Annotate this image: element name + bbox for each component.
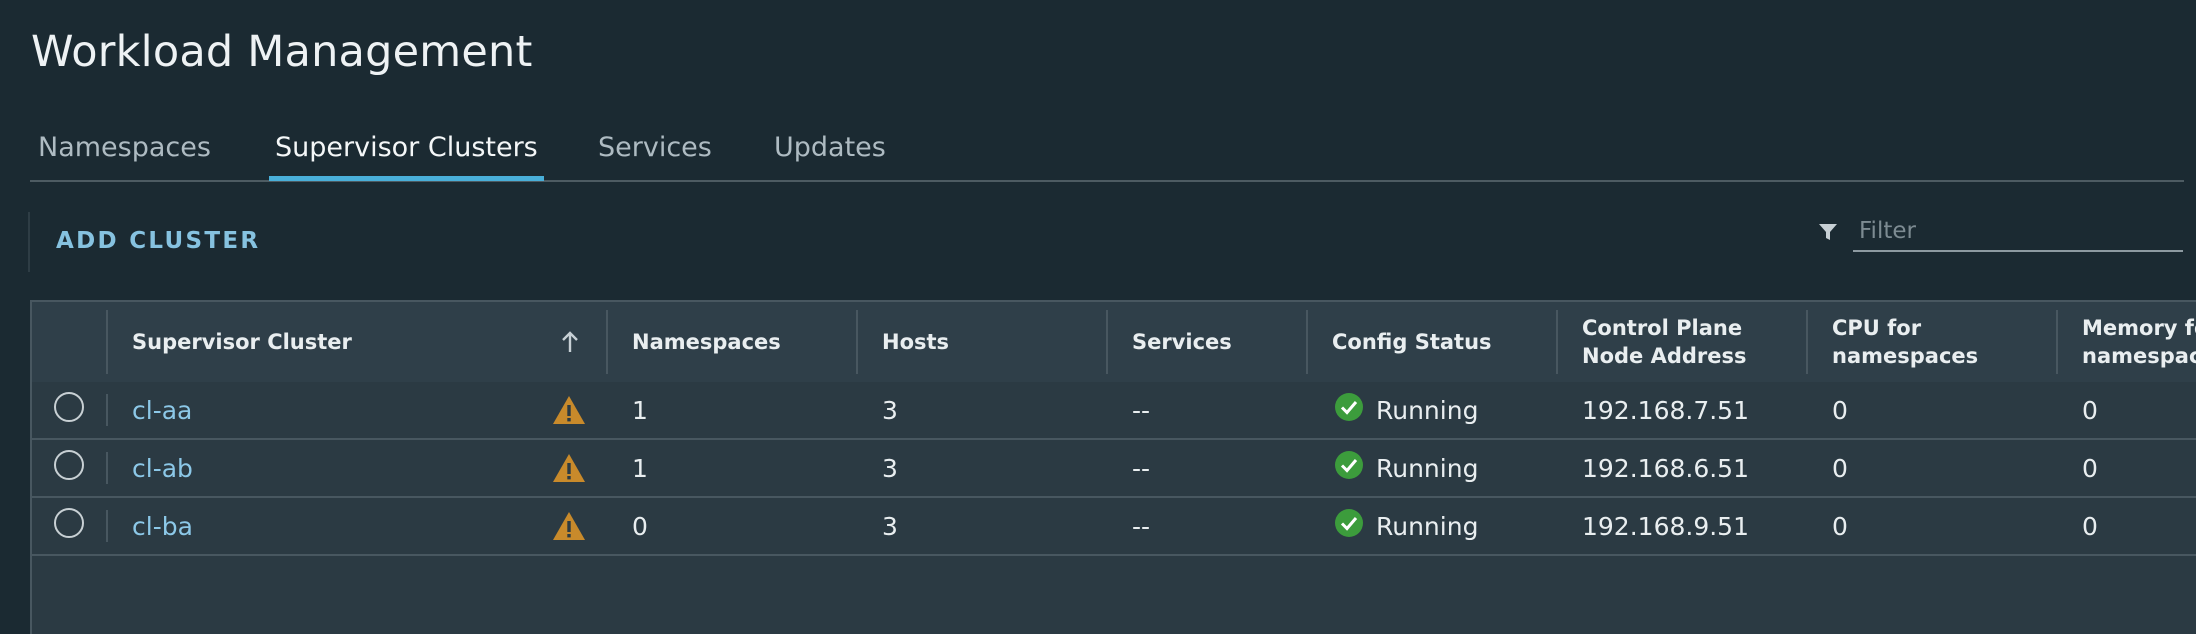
supervisor-clusters-grid: Supervisor Cluster Namespaces Hosts Serv… xyxy=(30,300,2196,634)
column-separator xyxy=(1106,310,1108,374)
config-status-text: Running xyxy=(1376,395,1479,425)
cpu-value: 0 xyxy=(1832,395,1848,425)
sort-ascending-icon[interactable] xyxy=(560,330,580,354)
column-header-supervisor-cluster[interactable]: Supervisor Cluster xyxy=(132,302,352,382)
config-status-text: Running xyxy=(1376,453,1479,483)
warning-icon[interactable] xyxy=(552,510,586,542)
hosts-count: 3 xyxy=(882,453,898,483)
filter-icon[interactable] xyxy=(1817,221,1839,243)
column-separator xyxy=(606,310,608,374)
row-select-radio[interactable] xyxy=(54,392,84,422)
column-header-line: Node Address xyxy=(1582,344,1747,368)
table-row[interactable]: cl-ab 1 3 -- Running 192.168.6.51 0 0 xyxy=(32,440,2196,498)
column-header-hosts[interactable]: Hosts xyxy=(882,302,949,382)
memory-value: 0 xyxy=(2082,395,2098,425)
warning-icon[interactable] xyxy=(552,452,586,484)
check-circle-icon xyxy=(1335,509,1363,537)
services-value: -- xyxy=(1132,453,1151,483)
cpu-value: 0 xyxy=(1832,511,1848,541)
row-select-radio[interactable] xyxy=(54,508,84,538)
check-circle-icon xyxy=(1335,393,1363,421)
column-header-config-status[interactable]: Config Status xyxy=(1332,302,1492,382)
control-plane-address: 192.168.9.51 xyxy=(1582,511,1749,541)
grid-header: Supervisor Cluster Namespaces Hosts Serv… xyxy=(32,302,2196,384)
warning-icon[interactable] xyxy=(552,394,586,426)
namespaces-count: 1 xyxy=(632,395,648,425)
config-status-text: Running xyxy=(1376,511,1479,541)
tab-updates[interactable]: Updates xyxy=(774,132,886,179)
toolbar-divider xyxy=(28,212,30,272)
column-header-line: CPU for xyxy=(1832,316,1922,340)
filter-input[interactable] xyxy=(1853,212,2183,252)
column-header-memory-for-namespaces[interactable]: Memory for namespaces xyxy=(2082,302,2196,382)
namespaces-count: 1 xyxy=(632,453,648,483)
check-circle-icon xyxy=(1335,451,1363,479)
column-separator xyxy=(1306,310,1308,374)
table-row[interactable]: cl-aa 1 3 -- Running 192.168.7.51 0 0 xyxy=(32,382,2196,440)
column-header-services[interactable]: Services xyxy=(1132,302,1232,382)
control-plane-address: 192.168.6.51 xyxy=(1582,453,1749,483)
tab-bar: Namespaces Supervisor Clusters Services … xyxy=(30,112,2184,182)
hosts-count: 3 xyxy=(882,511,898,541)
cluster-name-link[interactable]: cl-aa xyxy=(132,382,192,438)
column-header-line: namespaces xyxy=(2082,344,2196,368)
column-header-cpu-for-namespaces[interactable]: CPU for namespaces xyxy=(1832,302,1978,382)
cluster-name-link[interactable]: cl-ba xyxy=(132,498,193,554)
memory-value: 0 xyxy=(2082,453,2098,483)
services-value: -- xyxy=(1132,395,1151,425)
column-separator xyxy=(856,310,858,374)
column-separator xyxy=(106,452,108,484)
table-row[interactable]: cl-ba 0 3 -- Running 192.168.9.51 0 0 xyxy=(32,498,2196,556)
cluster-name-link[interactable]: cl-ab xyxy=(132,440,193,496)
column-separator xyxy=(106,394,108,426)
page-title: Workload Management xyxy=(31,27,533,77)
hosts-count: 3 xyxy=(882,395,898,425)
column-separator xyxy=(1806,310,1808,374)
tab-supervisor-clusters[interactable]: Supervisor Clusters xyxy=(269,132,544,181)
column-header-line: Memory for xyxy=(2082,316,2196,340)
column-separator xyxy=(106,310,108,374)
tab-services[interactable]: Services xyxy=(598,132,712,179)
column-header-control-plane-address[interactable]: Control Plane Node Address xyxy=(1582,302,1747,382)
column-header-line: Control Plane xyxy=(1582,316,1743,340)
workload-management-page: Workload Management Namespaces Superviso… xyxy=(0,0,2196,634)
control-plane-address: 192.168.7.51 xyxy=(1582,395,1749,425)
services-value: -- xyxy=(1132,511,1151,541)
memory-value: 0 xyxy=(2082,511,2098,541)
column-separator xyxy=(106,510,108,542)
column-separator xyxy=(1556,310,1558,374)
cpu-value: 0 xyxy=(1832,453,1848,483)
column-header-namespaces[interactable]: Namespaces xyxy=(632,302,781,382)
namespaces-count: 0 xyxy=(632,511,648,541)
tab-namespaces[interactable]: Namespaces xyxy=(38,132,211,179)
column-header-line: namespaces xyxy=(1832,344,1979,368)
column-separator xyxy=(2056,310,2058,374)
add-cluster-button[interactable]: ADD CLUSTER xyxy=(56,228,260,254)
row-select-radio[interactable] xyxy=(54,450,84,480)
